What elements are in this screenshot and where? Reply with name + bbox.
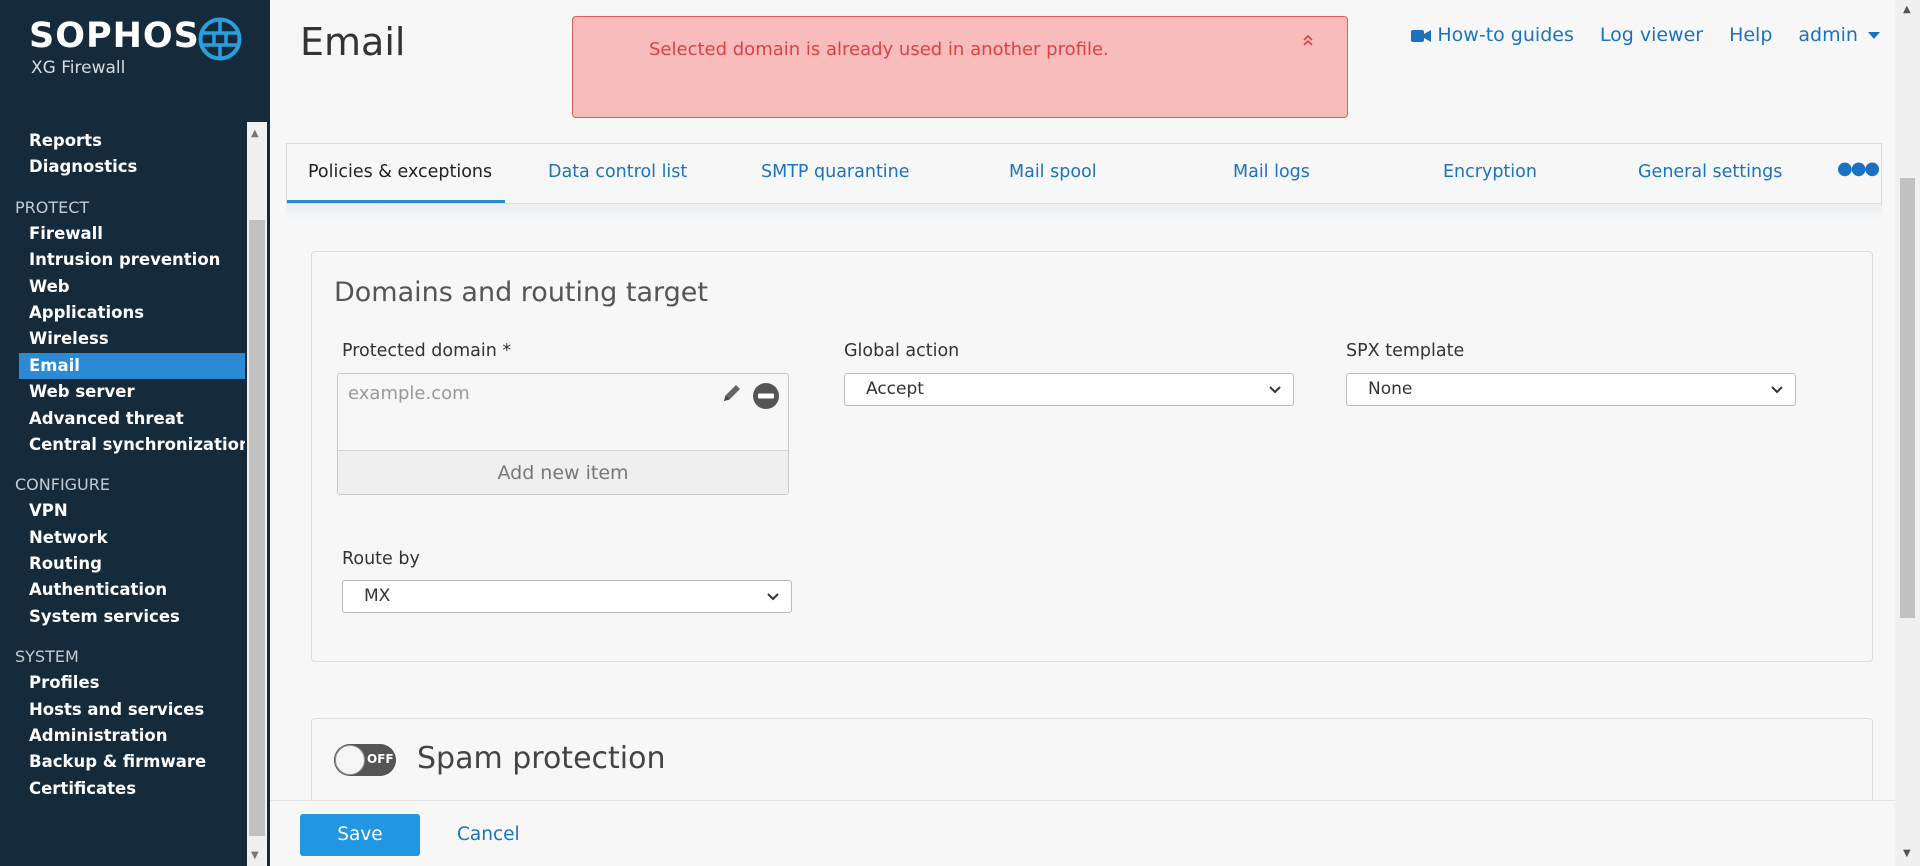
sidebar-nav: Reports Diagnostics PROTECT Firewall Int…: [0, 122, 245, 866]
spam-protection-title: Spam protection: [417, 741, 666, 776]
sidebar-item-authentication[interactable]: Authentication: [0, 577, 245, 603]
toggle-state-label: OFF: [367, 752, 394, 766]
tab-bar: Policies & exceptions Data control list …: [286, 143, 1882, 204]
chevron-down-icon: [767, 593, 779, 601]
scroll-up-arrow-icon[interactable]: ▲: [1903, 4, 1911, 15]
protected-domain-list: Add new item: [337, 373, 789, 495]
spx-template-value: None: [1368, 379, 1413, 399]
sidebar-item-advanced-threat[interactable]: Advanced threat: [0, 406, 245, 432]
chevron-down-icon: [1269, 386, 1281, 394]
howto-guides-link[interactable]: How-to guides: [1411, 24, 1574, 46]
howto-guides-label: How-to guides: [1437, 24, 1574, 46]
sidebar-item-intrusion-prevention[interactable]: Intrusion prevention: [0, 247, 245, 273]
admin-menu[interactable]: admin: [1798, 24, 1880, 46]
sidebar-item-hosts-and-services[interactable]: Hosts and services: [0, 697, 245, 723]
sidebar-item-system-services[interactable]: System services: [0, 604, 245, 630]
scroll-down-arrow-icon[interactable]: ▼: [1903, 848, 1911, 859]
error-alert: Selected domain is already used in anoth…: [572, 16, 1348, 118]
protected-domain-label: Protected domain *: [342, 341, 512, 361]
spx-template-label: SPX template: [1346, 341, 1465, 361]
help-link[interactable]: Help: [1729, 24, 1772, 46]
add-new-item-button[interactable]: Add new item: [338, 450, 788, 494]
sidebar-item-network[interactable]: Network: [0, 525, 245, 551]
sidebar-item-email[interactable]: Email: [19, 352, 245, 380]
sidebar-item-profiles[interactable]: Profiles: [0, 670, 245, 696]
caret-down-icon: [1868, 31, 1880, 39]
tab-encryption[interactable]: Encryption: [1443, 162, 1537, 182]
minus-circle-icon[interactable]: [752, 382, 780, 410]
sidebar-item-certificates[interactable]: Certificates: [0, 776, 245, 802]
sophos-shield-logo-icon: [198, 17, 242, 61]
log-viewer-link[interactable]: Log viewer: [1600, 24, 1703, 46]
pencil-icon[interactable]: [721, 382, 743, 404]
top-links: How-to guides Log viewer Help admin: [1411, 24, 1880, 46]
global-action-select[interactable]: Accept: [844, 373, 1294, 406]
tab-general-settings[interactable]: General settings: [1638, 162, 1782, 182]
sidebar-item-web-server[interactable]: Web server: [0, 379, 245, 405]
admin-label: admin: [1798, 24, 1858, 46]
main-scrollbar-thumb[interactable]: [1900, 178, 1915, 618]
sidebar-section-system: SYSTEM: [15, 647, 79, 667]
brand-product: XG Firewall: [31, 58, 126, 78]
page-title: Email: [300, 20, 406, 64]
scroll-down-arrow-icon[interactable]: ▼: [251, 850, 259, 861]
chevron-down-icon: [1771, 386, 1783, 394]
tab-mail-logs[interactable]: Mail logs: [1233, 162, 1310, 182]
alert-message: Selected domain is already used in anoth…: [649, 39, 1109, 60]
sidebar-item-central-synchronization[interactable]: Central synchronization: [0, 432, 245, 458]
route-by-value: MX: [364, 586, 391, 606]
toggle-knob: [335, 745, 365, 775]
video-camera-icon: [1411, 29, 1432, 42]
more-tabs-ellipsis-icon[interactable]: ●●●: [1837, 158, 1880, 179]
cancel-button[interactable]: Cancel: [457, 824, 520, 845]
sidebar-scrollbar[interactable]: ▲ ▼: [247, 122, 267, 866]
sidebar-section-protect: PROTECT: [15, 197, 90, 217]
main-scrollbar[interactable]: ▲ ▼: [1895, 0, 1920, 866]
route-by-select[interactable]: MX: [342, 580, 792, 613]
global-action-value: Accept: [866, 379, 924, 399]
tab-mail-spool[interactable]: Mail spool: [1009, 162, 1097, 182]
sidebar-item-administration[interactable]: Administration: [0, 723, 245, 749]
route-by-label: Route by: [342, 549, 420, 569]
panel-title: Domains and routing target: [334, 277, 708, 308]
tab-policies-exceptions[interactable]: Policies & exceptions: [308, 162, 492, 182]
scroll-up-arrow-icon[interactable]: ▲: [251, 128, 259, 139]
sidebar-item-applications[interactable]: Applications: [0, 300, 245, 326]
protected-domain-input[interactable]: [348, 380, 708, 406]
brand: SOPHOS XG Firewall: [29, 16, 200, 78]
global-action-label: Global action: [844, 341, 960, 361]
sidebar-item-routing[interactable]: Routing: [0, 551, 245, 577]
sidebar-item-web[interactable]: Web: [0, 274, 245, 300]
sidebar-item-reports[interactable]: Reports: [0, 128, 245, 154]
sidebar-scrollbar-thumb[interactable]: [249, 220, 265, 836]
spx-template-select[interactable]: None: [1346, 373, 1796, 406]
tab-shadow: [286, 204, 1882, 220]
double-chevron-up-icon[interactable]: [1301, 33, 1315, 47]
save-button[interactable]: Save: [300, 814, 420, 856]
domains-routing-panel: Domains and routing target Protected dom…: [311, 251, 1873, 662]
sidebar-section-configure: CONFIGURE: [15, 475, 110, 495]
sidebar-item-diagnostics[interactable]: Diagnostics: [0, 154, 245, 180]
sidebar: SOPHOS XG Firewall Reports Diagnostics P…: [0, 0, 270, 866]
sidebar-item-vpn[interactable]: VPN: [0, 498, 245, 524]
footer-bar: Save Cancel: [270, 800, 1895, 866]
tab-data-control-list[interactable]: Data control list: [548, 162, 687, 182]
sidebar-item-firewall[interactable]: Firewall: [0, 221, 245, 247]
active-tab-indicator: [287, 200, 505, 203]
spam-protection-toggle[interactable]: OFF: [334, 744, 396, 776]
tab-smtp-quarantine[interactable]: SMTP quarantine: [761, 162, 910, 182]
sidebar-item-backup-firmware[interactable]: Backup & firmware: [0, 749, 245, 775]
sidebar-item-wireless[interactable]: Wireless: [0, 326, 245, 352]
brand-name: SOPHOS: [29, 16, 200, 56]
